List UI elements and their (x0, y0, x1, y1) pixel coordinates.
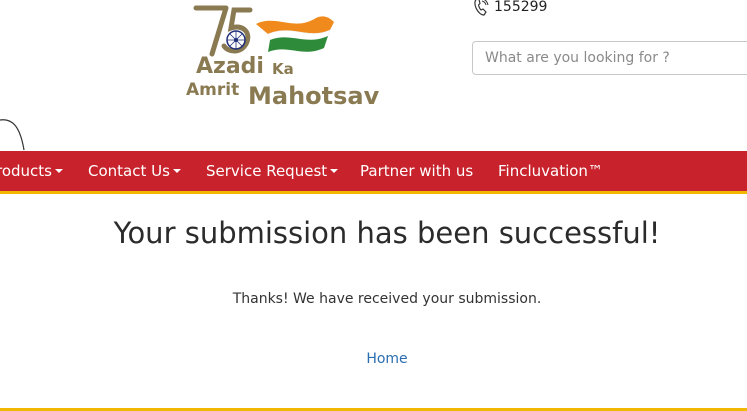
search-input[interactable] (472, 41, 747, 75)
nav-item-label: Fincluvation™ (498, 162, 603, 180)
helpline[interactable]: 155299 (473, 0, 547, 17)
azadi-ka-amrit-mahotsav-logo[interactable]: Azadi Ka Amrit Mahotsav (184, 4, 379, 112)
phone-number: 155299 (494, 0, 548, 15)
nav-item-label: Contact Us (88, 162, 170, 180)
phone-icon (474, 0, 489, 16)
logo-text-ka: Ka (272, 60, 294, 78)
caret-down-icon (172, 169, 181, 173)
nav-item-products[interactable]: roducts (0, 151, 63, 191)
confirmation-message: Thanks! We have received your submission… (232, 291, 542, 307)
logo-text-amrit: Amrit (186, 80, 240, 100)
nav-item-label: roducts (0, 162, 52, 180)
nav-item-label: Partner with us (360, 162, 474, 180)
nav-item-label: Service Request (206, 162, 328, 180)
nav-item-service-request[interactable]: Service Request (206, 151, 339, 191)
decorative-curve (0, 119, 25, 151)
logo-text-mahotsav: Mahotsav (248, 82, 380, 110)
nav-item-fincluvation[interactable]: Fincluvation™ (498, 151, 603, 191)
logo-text-azadi: Azadi (196, 54, 264, 79)
nav-item-contact-us[interactable]: Contact Us (88, 151, 181, 191)
home-link[interactable]: Home (0, 351, 747, 367)
site-header: Azadi Ka Amrit Mahotsav 155299 (0, 0, 747, 151)
caret-down-icon (330, 169, 339, 173)
nav-item-partner-with-us[interactable]: Partner with us (360, 151, 473, 191)
page-title: Your submission has been successful! (113, 216, 661, 250)
caret-down-icon (55, 169, 63, 173)
main-navigation: roducts Contact Us Service Request Partn… (0, 151, 747, 194)
main-content: Your submission has been successful! Tha… (0, 194, 747, 408)
